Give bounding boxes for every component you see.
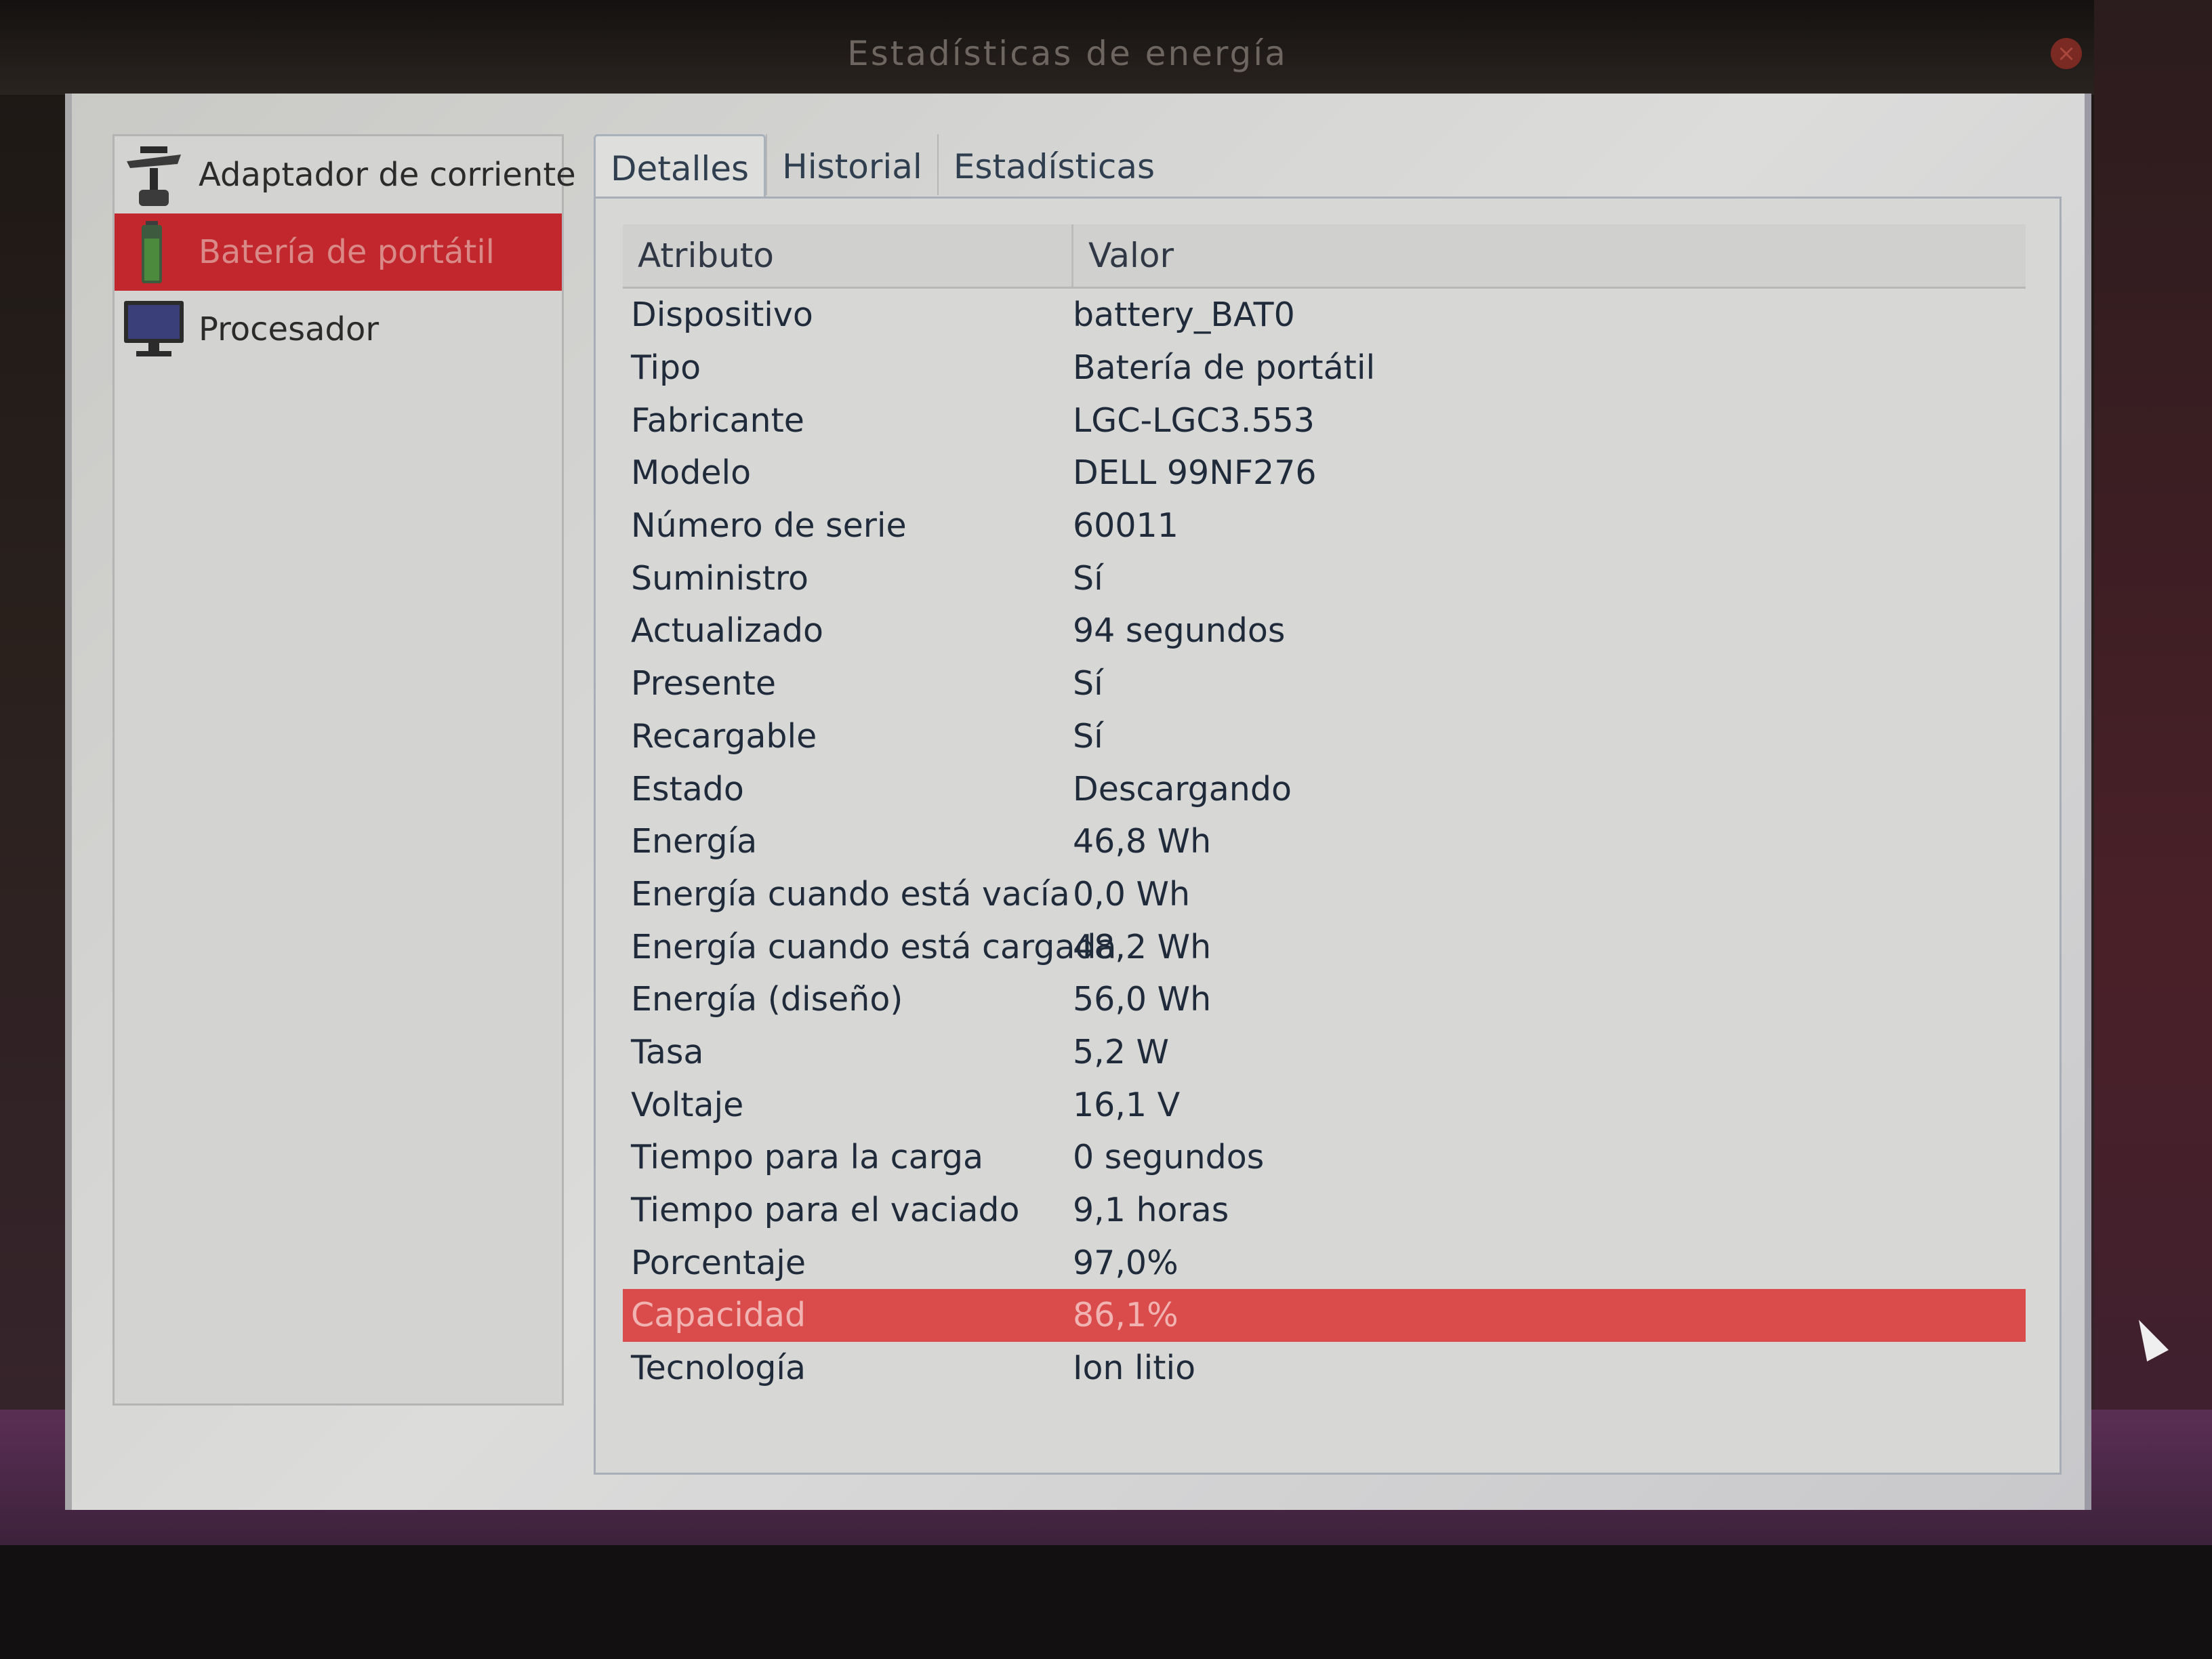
tab-estadisticas[interactable]: Estadísticas [937, 134, 1170, 195]
attribute-cell: Voltaje [631, 1085, 744, 1124]
details-table: Atributo Valor Dispositivo battery_BAT0 T… [623, 224, 2026, 1394]
value-cell: Batería de portátil [1073, 348, 1376, 388]
value-cell: 0,0 Wh [1073, 874, 1191, 914]
value-cell: Sí [1073, 716, 1103, 756]
tab-detalles[interactable]: Detalles [594, 134, 766, 197]
value-cell: DELL 99NF276 [1073, 453, 1317, 493]
value-cell: 0 segundos [1073, 1138, 1265, 1177]
table-row[interactable]: Energía 46,8 Wh [623, 815, 2026, 868]
value-cell: Sí [1073, 664, 1103, 703]
table-row[interactable]: Recargable Sí [623, 710, 2026, 763]
table-row-selected[interactable]: Capacidad 86,1% [623, 1289, 2026, 1342]
attribute-cell: Suministro [631, 558, 808, 598]
tab-historial[interactable]: Historial [766, 134, 937, 195]
value-cell: 60011 [1073, 506, 1179, 546]
table-row[interactable]: Número de serie 60011 [623, 499, 2026, 552]
table-row[interactable]: Tiempo para la carga 0 segundos [623, 1131, 2026, 1184]
table-row[interactable]: Energía cuando está vacía 0,0 Wh [623, 868, 2026, 921]
attribute-cell: Energía [631, 822, 758, 861]
table-row[interactable]: Porcentaje 97,0% [623, 1236, 2026, 1289]
table-row[interactable]: Tiempo para el vaciado 9,1 horas [623, 1184, 2026, 1237]
attribute-cell: Tecnología [631, 1349, 806, 1388]
power-statistics-window: Adaptador de corriente Batería de portát… [65, 94, 2091, 1510]
window-title: Estadísticas de energía [847, 34, 1288, 73]
attribute-cell: Energía cuando está cargada [631, 927, 1117, 966]
value-cell: 48,2 Wh [1073, 927, 1212, 966]
table-row[interactable]: Estado Descargando [623, 762, 2026, 815]
close-icon[interactable]: × [2051, 38, 2082, 69]
attribute-cell: Recargable [631, 716, 817, 756]
table-row[interactable]: Tasa 5,2 W [623, 1026, 2026, 1079]
attribute-cell: Estado [631, 769, 744, 808]
attribute-cell: Energía cuando está vacía [631, 874, 1070, 914]
sidebar-item-procesador[interactable]: Procesador [115, 291, 562, 368]
attribute-cell: Dispositivo [631, 295, 813, 335]
device-list: Adaptador de corriente Batería de portát… [112, 134, 576, 1406]
sidebar-item-bateria[interactable]: Batería de portátil [115, 213, 562, 291]
table-row[interactable]: Energía cuando está cargada 48,2 Wh [623, 920, 2026, 973]
column-header-valor[interactable]: Valor [1073, 224, 1174, 287]
details-panel: Atributo Valor Dispositivo battery_BAT0 T… [594, 197, 2062, 1475]
value-cell: 5,2 W [1073, 1032, 1169, 1071]
value-cell: 56,0 Wh [1073, 980, 1212, 1019]
value-cell: 46,8 Wh [1073, 822, 1212, 861]
monitor-bezel [0, 1545, 2212, 1659]
attribute-cell: Capacidad [631, 1296, 806, 1335]
battery-icon [120, 218, 188, 286]
sidebar-item-label: Batería de portátil [199, 233, 495, 271]
table-row[interactable]: Modelo DELL 99NF276 [623, 447, 2026, 499]
attribute-cell: Modelo [631, 453, 752, 493]
table-row[interactable]: Tecnología Ion litio [623, 1342, 2026, 1395]
attribute-cell: Actualizado [631, 611, 823, 651]
table-row[interactable]: Presente Sí [623, 657, 2026, 710]
attribute-cell: Presente [631, 664, 776, 703]
window-titlebar: Estadísticas de energía × [0, 0, 2212, 95]
sidebar-item-label: Adaptador de corriente [199, 156, 576, 194]
value-cell: 16,1 V [1073, 1085, 1181, 1124]
table-body: Dispositivo battery_BAT0 Tipo Batería de p… [623, 289, 2026, 1394]
table-row[interactable]: Energía (diseño) 56,0 Wh [623, 973, 2026, 1026]
tab-bar: Detalles Historial Estadísticas [594, 134, 1170, 197]
attribute-cell: Tiempo para el vaciado [631, 1191, 1020, 1230]
attribute-cell: Fabricante [631, 401, 804, 440]
table-row[interactable]: Fabricante LGC-LGC3.553 [623, 394, 2026, 447]
value-cell: Ion litio [1073, 1349, 1196, 1388]
sidebar-item-adaptador[interactable]: Adaptador de corriente [115, 136, 576, 213]
table-row[interactable]: Voltaje 16,1 V [623, 1078, 2026, 1131]
attribute-cell: Tipo [631, 348, 701, 388]
attribute-cell: Número de serie [631, 506, 907, 546]
attribute-cell: Energía (diseño) [631, 980, 903, 1019]
column-header-atributo[interactable]: Atributo [623, 224, 1073, 287]
value-cell: LGC-LGC3.553 [1073, 401, 1315, 440]
value-cell: Descargando [1073, 769, 1292, 808]
value-cell: 86,1% [1073, 1296, 1179, 1335]
value-cell: Sí [1073, 558, 1103, 598]
value-cell: battery_BAT0 [1073, 295, 1295, 335]
table-row[interactable]: Dispositivo battery_BAT0 [623, 289, 2026, 342]
value-cell: 9,1 horas [1073, 1191, 1229, 1230]
table-row[interactable]: Tipo Batería de portátil [623, 342, 2026, 394]
value-cell: 94 segundos [1073, 611, 1286, 651]
attribute-cell: Tiempo para la carga [631, 1138, 984, 1177]
attribute-cell: Tasa [631, 1032, 704, 1071]
power-plug-icon [120, 141, 188, 209]
monitor-icon [120, 295, 188, 363]
table-header: Atributo Valor [623, 224, 2026, 289]
table-row[interactable]: Suministro Sí [623, 552, 2026, 605]
sidebar-item-label: Procesador [199, 310, 380, 348]
attribute-cell: Porcentaje [631, 1243, 806, 1282]
value-cell: 97,0% [1073, 1243, 1179, 1282]
table-row[interactable]: Actualizado 94 segundos [623, 605, 2026, 657]
